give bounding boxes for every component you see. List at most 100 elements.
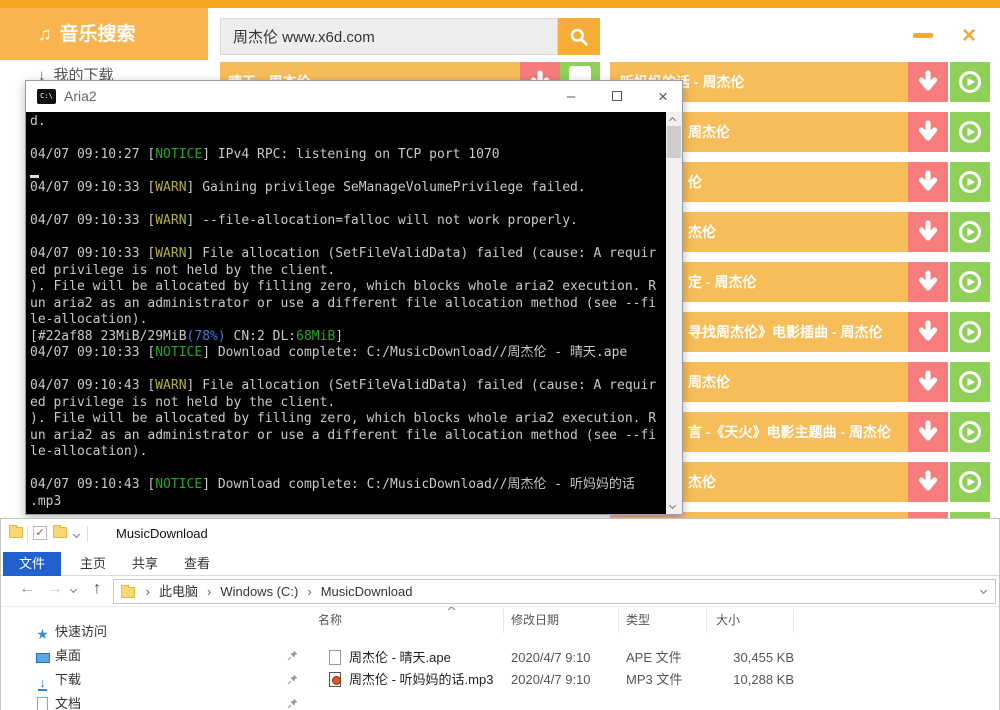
explorer-sidebar: ★快速访问桌面↓下载文档 <box>1 607 301 710</box>
download-button[interactable] <box>908 112 948 152</box>
play-button[interactable] <box>950 312 990 352</box>
screen: ♫音乐搜索 ↓我的下载 × 晴天 - 周杰伦 听妈 <box>0 0 1000 710</box>
app-close-button[interactable]: × <box>962 22 976 50</box>
explorer-window-title: MusicDownload <box>116 526 208 541</box>
download-button[interactable] <box>908 462 948 502</box>
download-arrow-icon <box>915 169 941 195</box>
music-note-icon: ♫ <box>38 24 52 44</box>
console-line: ). File will be allocated by filling zer… <box>30 411 665 428</box>
sidebar-item-label: 文档 <box>55 693 81 710</box>
explorer-titlebar: ✓ MusicDownload <box>1 519 999 549</box>
download-button[interactable] <box>908 262 948 302</box>
sidebar-item[interactable]: ↓下载 <box>1 669 301 691</box>
breadcrumb-item[interactable]: MusicDownload <box>317 580 417 603</box>
file-date: 2020/4/7 9:10 <box>511 669 591 691</box>
search-input[interactable] <box>220 18 558 55</box>
console-line: le-allocation). <box>30 444 665 461</box>
console-line: ed privilege is not held by the client. <box>30 395 665 412</box>
forward-icon[interactable]: → <box>47 580 63 598</box>
history-dropdown-icon[interactable] <box>70 586 77 593</box>
sidebar-item[interactable]: ★快速访问 <box>1 621 301 643</box>
breadcrumb: ›此电脑›Windows (C:)›MusicDownload <box>141 584 417 599</box>
search-icon <box>569 27 589 47</box>
aria2-close-button[interactable]: × <box>648 81 678 112</box>
address-bar[interactable]: ›此电脑›Windows (C:)›MusicDownload <box>113 579 996 604</box>
address-folder-icon <box>121 587 135 598</box>
play-button[interactable] <box>950 162 990 202</box>
play-icon <box>957 469 983 495</box>
download-arrow-icon <box>915 319 941 345</box>
address-dropdown-icon[interactable] <box>980 587 987 594</box>
download-button[interactable] <box>908 62 948 102</box>
download-button[interactable] <box>908 162 948 202</box>
console-line: 04/07 09:10:43 [WARN] File allocation (S… <box>30 378 665 395</box>
column-header[interactable]: 名称 <box>318 611 342 628</box>
aria2-maximize-button[interactable] <box>602 81 632 112</box>
console-line: d. <box>30 114 665 131</box>
sidebar-item[interactable]: 桌面 <box>1 645 301 667</box>
console-line: ). File will be allocated by filling zer… <box>30 279 665 296</box>
app-minimize-button[interactable] <box>913 33 933 38</box>
play-icon <box>957 119 983 145</box>
explorer-file-list: 名称 修改日期 类型 大小 周杰伦 - 晴天.ape2020/4/7 9:10APE … <box>301 607 999 710</box>
aria2-minimize-button[interactable]: – <box>556 81 586 112</box>
download-arrow-icon <box>915 369 941 395</box>
console-line: 04/07 09:10:33 [WARN] File allocation (S… <box>30 246 665 263</box>
download-arrow-icon <box>915 269 941 295</box>
file-row[interactable]: 周杰伦 - 听妈妈的话.mp32020/4/7 9:10MP3 文件10,288… <box>301 669 999 691</box>
tab-menu[interactable]: 查看 <box>177 552 217 576</box>
console-line: le-allocation). <box>30 312 665 329</box>
pin-icon[interactable] <box>287 674 298 685</box>
column-header[interactable]: 类型 <box>626 611 650 628</box>
console-line <box>30 197 665 214</box>
quick-access-folder-icon[interactable] <box>53 527 67 538</box>
column-header[interactable]: 大小 <box>716 611 740 628</box>
pin-icon[interactable] <box>287 650 298 661</box>
breadcrumb-item[interactable]: 此电脑 <box>155 580 202 603</box>
column-header[interactable]: 修改日期 <box>511 611 559 628</box>
quick-access-dropdown-icon[interactable] <box>73 531 80 538</box>
up-icon[interactable]: ↑ <box>93 580 101 598</box>
play-icon <box>957 419 983 445</box>
play-button[interactable] <box>950 462 990 502</box>
tab-menu[interactable]: 主页 <box>73 552 113 576</box>
pin-icon[interactable] <box>287 698 298 709</box>
tab-menu[interactable]: 共享 <box>125 552 165 576</box>
download-button[interactable] <box>908 412 948 452</box>
play-button[interactable] <box>950 412 990 452</box>
play-button[interactable] <box>950 112 990 152</box>
separator <box>87 526 88 542</box>
play-icon <box>957 269 983 295</box>
console-scrollbar[interactable] <box>666 112 682 514</box>
download-arrow-icon <box>915 219 941 245</box>
play-button[interactable] <box>950 62 990 102</box>
play-icon <box>957 169 983 195</box>
play-button[interactable] <box>950 362 990 402</box>
download-button[interactable] <box>908 312 948 352</box>
sort-ascending-icon <box>448 607 455 613</box>
download-button[interactable] <box>908 212 948 252</box>
download-arrow-icon <box>915 69 941 95</box>
console-line <box>30 131 665 148</box>
crumb-separator: › <box>141 580 155 603</box>
play-button[interactable] <box>950 212 990 252</box>
console-line: [#22af88 23MiB/29MiB(78%) CN:2 DL:68MiB] <box>30 329 665 346</box>
scroll-down-icon[interactable] <box>669 502 676 509</box>
breadcrumb-item[interactable]: Windows (C:) <box>216 580 302 603</box>
downloads-icon: ↓ <box>38 676 47 691</box>
download-arrow-icon <box>915 469 941 495</box>
search-button[interactable] <box>558 18 600 55</box>
download-button[interactable] <box>908 362 948 402</box>
scrollbar-thumb[interactable] <box>667 126 681 158</box>
back-icon[interactable]: ← <box>19 580 35 598</box>
console-line: ed privilege is not held by the client. <box>30 263 665 280</box>
console-line: 04/07 09:10:43 [NOTICE] Download complet… <box>30 477 665 494</box>
play-button[interactable] <box>950 262 990 302</box>
file-row[interactable]: 周杰伦 - 晴天.ape2020/4/7 9:10APE 文件30,455 KB <box>301 647 999 669</box>
tab-file[interactable]: 文件 <box>3 552 61 576</box>
column-separator <box>793 609 794 633</box>
sidebar-item[interactable]: 文档 <box>1 693 301 710</box>
console-log: d.04/07 09:10:27 [NOTICE] IPv4 RPC: list… <box>30 114 665 514</box>
quick-access-check-icon[interactable]: ✓ <box>33 526 47 540</box>
scroll-up-icon[interactable] <box>669 117 676 124</box>
